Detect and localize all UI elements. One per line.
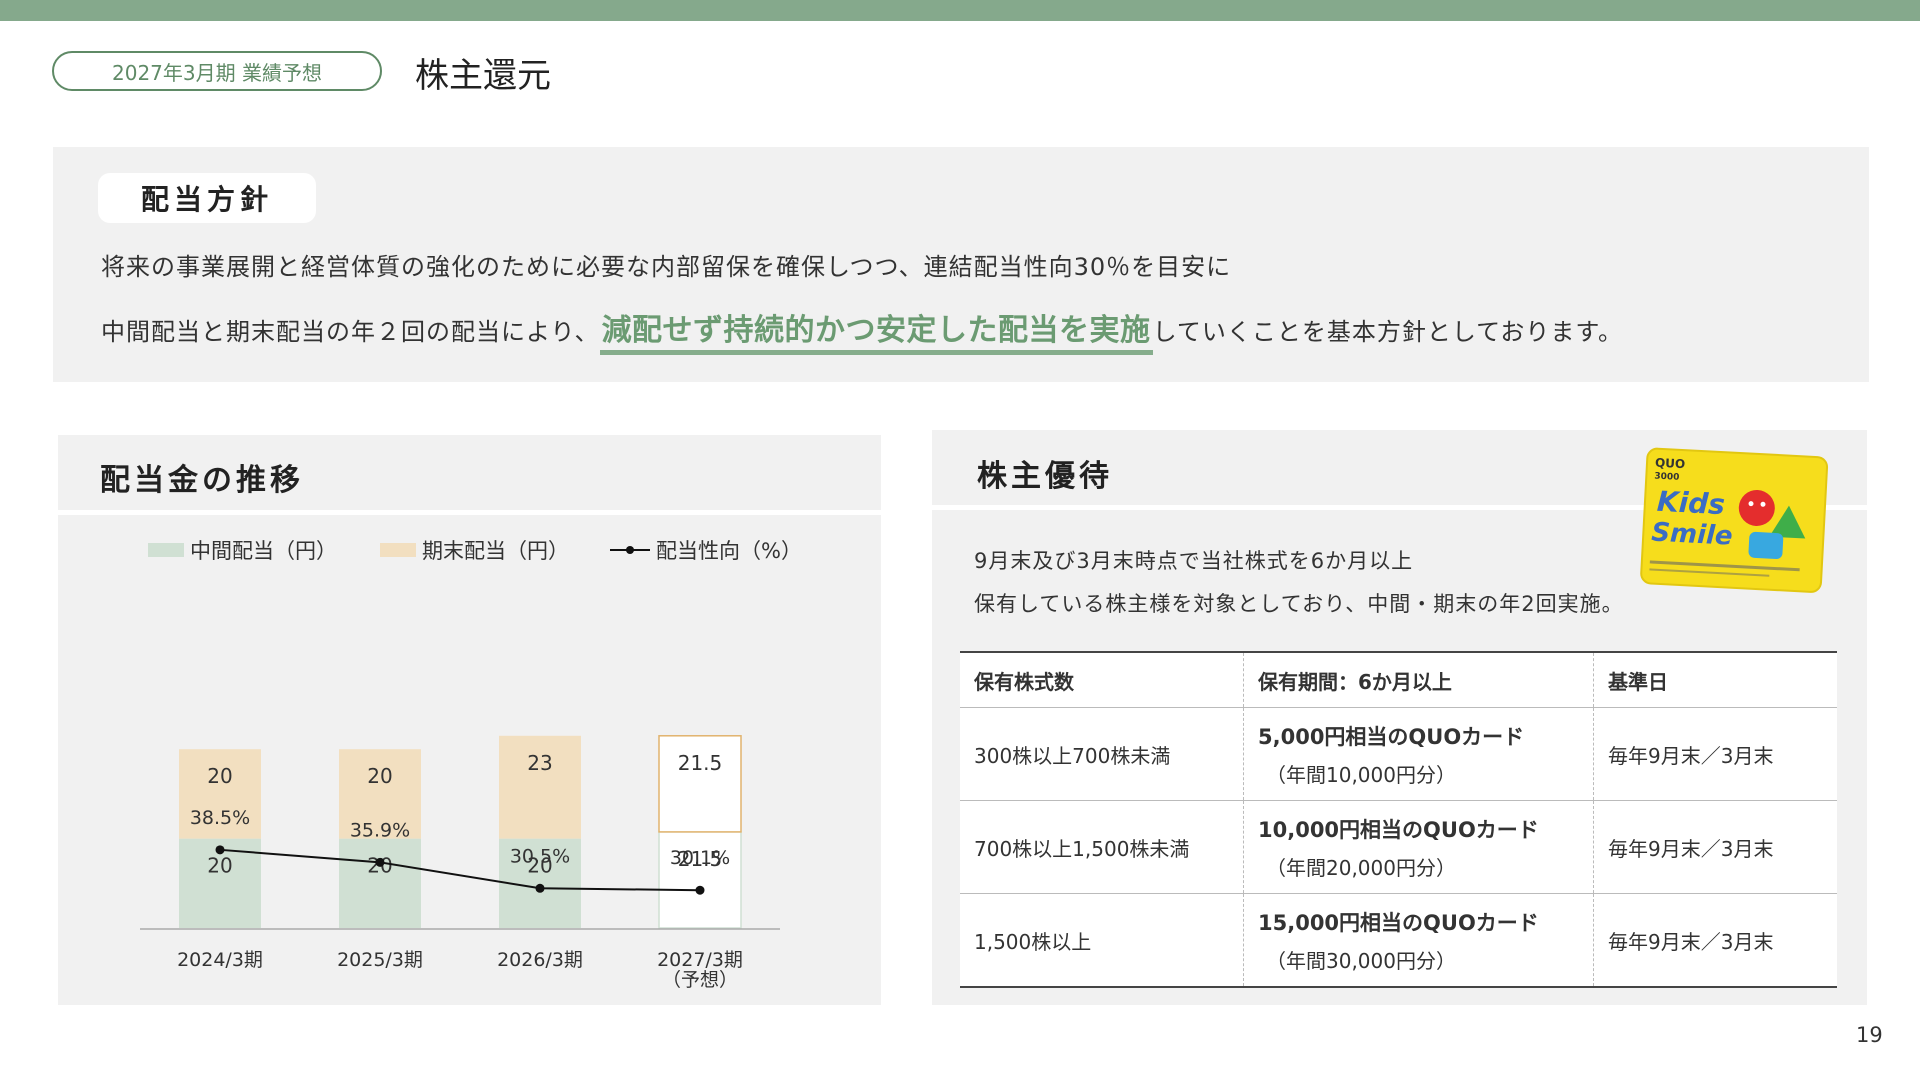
quo-card-brand: QUO [1655, 456, 1686, 472]
cell-gift: 5,000円相当のQUOカード （年間10,000円分） [1243, 707, 1594, 801]
payout-ratio-line [219, 848, 701, 892]
gift-name: 15,000円相当のQUOカード [1258, 910, 1539, 935]
benefit-table: 保有株式数 保有期間：6か月以上 基準日 300株以上700株未満 5,000円… [960, 651, 1837, 988]
page-number: 19 [1856, 1023, 1883, 1047]
gift-annual: （年間10,000円分） [1266, 762, 1456, 787]
benefit-description-2: 保有している株主様を対象としており、中間・期末の年2回実施。 [974, 592, 1624, 616]
policy-label: 配当方針 [98, 173, 316, 223]
dividend-policy-box: 配当方針 将来の事業展開と経営体質の強化のために必要な内部留保を確保しつつ、連結… [53, 147, 1869, 382]
x-tick-label-3: 2027/3期 [657, 949, 743, 971]
x-tick-label-2: 2026/3期 [497, 949, 583, 971]
benefit-table-header-row: 保有株式数 保有期間：6か月以上 基準日 [960, 651, 1837, 708]
dividend-chart: 20202024/3期20202025/3期20232026/3期21.521.… [140, 735, 780, 991]
benefit-panel: 株主優待 9月末及び3月末時点で当社株式を6か月以上 保有している株主様を対象と… [932, 430, 1867, 1005]
benefit-panel-title: 株主優待 [977, 459, 1113, 494]
payout-ratio-label-2: 30.5% [510, 845, 570, 867]
quo-card-smile: Smile [1651, 518, 1734, 552]
quo-card-kids: Kids [1656, 485, 1726, 522]
table-row: 700株以上1,500株未満 10,000円相当のQUOカード （年間20,000… [960, 800, 1837, 894]
payout-ratio-point-0 [215, 845, 225, 855]
data-label-yearend-2: 23 [527, 751, 552, 775]
data-label-yearend-3: 21.5 [678, 751, 723, 775]
payout-ratio-label-3: 30.1% [670, 847, 730, 869]
quo-card-value: 3000 [1654, 472, 1680, 483]
policy-line-2: 中間配当と期末配当の年２回の配当により、減配せず持続的かつ安定した配当を実施して… [101, 305, 1624, 355]
gift-name: 5,000円相当のQUOカード [1258, 724, 1525, 749]
payout-ratio-point-1 [375, 857, 385, 867]
cell-gift: 10,000円相当のQUOカード （年間20,000円分） [1243, 800, 1594, 894]
policy-emphasis: 減配せず持続的かつ安定した配当を実施 [599, 313, 1153, 355]
page-title: 株主還元 [415, 56, 551, 96]
cell-shares: 700株以上1,500株未満 [960, 800, 1244, 894]
x-tick-label-1: 2025/3期 [337, 949, 423, 971]
cell-date: 毎年9月末／3月末 [1593, 800, 1837, 894]
policy-line-1: 将来の事業展開と経営体質の強化のために必要な内部留保を確保しつつ、連結配当性向3… [101, 253, 1232, 281]
payout-ratio-label-0: 38.5% [190, 807, 250, 829]
quo-card-image: QUO 3000 Kids Smile [1640, 447, 1829, 593]
payout-ratio-point-3 [695, 885, 705, 895]
gift-annual: （年間20,000円分） [1266, 855, 1456, 880]
top-accent-bar [0, 0, 1920, 21]
benefit-description-1: 9月末及び3月末時点で当社株式を6か月以上 [974, 549, 1414, 573]
bar-interim-1 [339, 838, 421, 928]
cell-shares: 1,500株以上 [960, 893, 1244, 988]
data-label-yearend-0: 20 [207, 764, 232, 788]
cell-date: 毎年9月末／3月末 [1593, 893, 1837, 988]
table-row: 1,500株以上 15,000円相当のQUOカード （年間30,000円分） 毎年… [960, 893, 1837, 988]
cell-date: 毎年9月末／3月末 [1593, 707, 1837, 801]
data-label-interim-0: 20 [207, 854, 232, 878]
x-tick-label-0: 2024/3期 [177, 949, 263, 971]
payout-ratio-label-1: 35.9% [350, 819, 410, 841]
header-shares: 保有株式数 [960, 651, 1244, 708]
cell-shares: 300株以上700株未満 [960, 707, 1244, 801]
header-date: 基準日 [1593, 651, 1837, 708]
section-label-text: 2027年3月期 業績予想 [112, 60, 322, 85]
gift-annual: （年間30,000円分） [1266, 948, 1456, 973]
data-label-yearend-1: 20 [367, 764, 392, 788]
payout-ratio-point-2 [535, 883, 545, 893]
table-row: 300株以上700株未満 5,000円相当のQUOカード （年間10,000円分）… [960, 707, 1837, 801]
section-label: 2027年3月期 業績予想 [52, 51, 382, 91]
header-gift: 保有期間：6か月以上 [1243, 651, 1594, 708]
gift-name: 10,000円相当のQUOカード [1258, 817, 1539, 842]
dividend-panel: 配当金の推移 中間配当（円） 期末配当（円） 配当性向（%） 20 20 2024/… [58, 435, 881, 1005]
policy-line-2-pre: 中間配当と期末配当の年２回の配当により、 [101, 318, 600, 346]
cell-gift: 15,000円相当のQUOカード （年間30,000円分） [1243, 893, 1594, 988]
x-tick-sublabel-3: （予想） [662, 969, 738, 991]
policy-line-2-post: していくことを基本方針としております。 [1152, 318, 1624, 346]
